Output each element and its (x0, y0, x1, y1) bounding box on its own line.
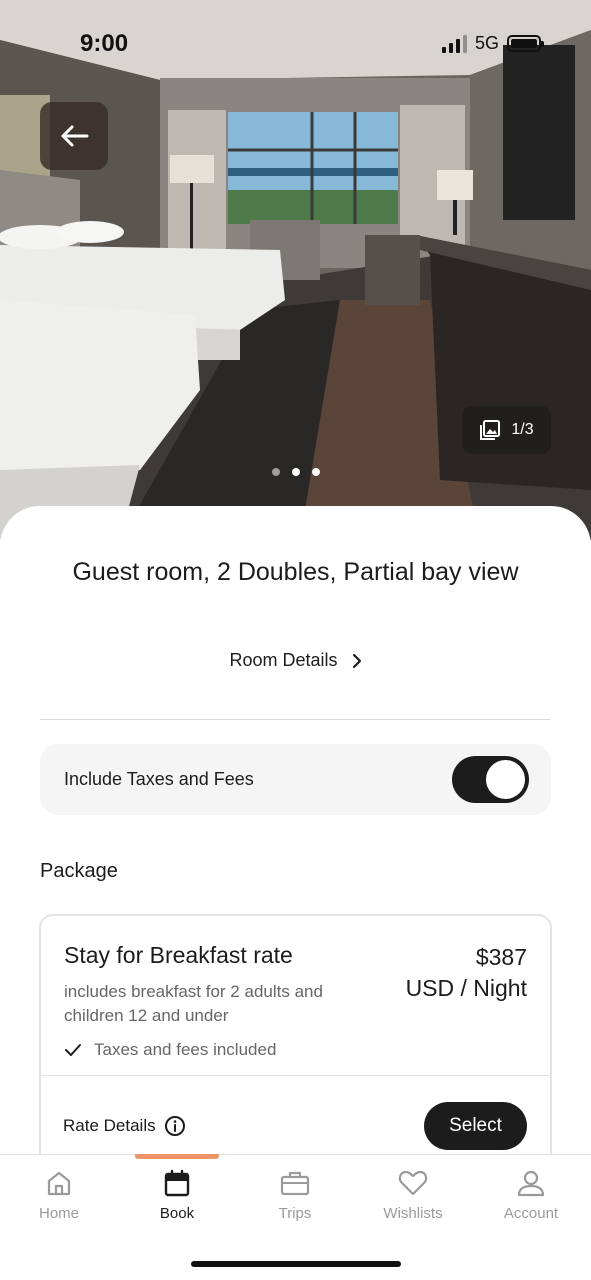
photo-gallery-button[interactable]: 1/3 (462, 406, 551, 454)
room-details-link[interactable]: Room Details (0, 650, 591, 671)
carousel-dot[interactable] (312, 468, 320, 476)
rate-price: $387 USD / Night (406, 942, 527, 1004)
photo-counter: 1/3 (511, 421, 534, 438)
status-indicators: 5G (441, 33, 544, 54)
network-label: 5G (474, 33, 499, 53)
room-title: Guest room, 2 Doubles, Partial bay view (72, 558, 519, 586)
tab-label: Wishlists (383, 1205, 443, 1222)
rate-card-divider (41, 1075, 550, 1076)
toggle-knob (486, 760, 525, 799)
briefcase-icon (280, 1171, 310, 1196)
heart-icon (398, 1170, 428, 1196)
carousel-dot-active[interactable] (292, 468, 300, 476)
room-details-sheet: Guest room, 2 Doubles, Partial bay view … (0, 506, 591, 1194)
tab-label: Book (159, 1205, 195, 1222)
status-bar: 9:00 5G (0, 0, 591, 90)
gallery-icon (480, 420, 501, 440)
tab-book[interactable]: Book (118, 1169, 236, 1222)
back-button[interactable] (40, 102, 108, 170)
battery-icon (507, 35, 544, 52)
tab-trips[interactable]: Trips (236, 1169, 354, 1222)
active-tab-indicator (135, 1154, 219, 1159)
rate-description: includes breakfast for 2 adults and chil… (64, 982, 323, 1025)
package-heading: Package (40, 860, 118, 882)
taxes-included-label: Taxes and fees included (94, 1040, 277, 1059)
rate-price-unit: USD / Night (405, 975, 527, 1001)
person-icon (517, 1170, 545, 1197)
status-time: 9:00 (80, 30, 129, 57)
bottom-tab-bar: Home Book Trips Wishlists Account (0, 1154, 591, 1280)
select-rate-button[interactable]: Select (424, 1102, 527, 1150)
rate-details-label: Rate Details (63, 1116, 156, 1135)
tab-wishlists[interactable]: Wishlists (354, 1169, 472, 1222)
rate-card: Stay for Breakfast rate includes breakfa… (39, 914, 552, 1194)
room-details-label: Room Details (229, 650, 338, 670)
room-photo-carousel[interactable]: 9:00 5G 1/3 (0, 0, 591, 540)
calendar-icon (164, 1169, 190, 1197)
arrow-left-icon (61, 125, 89, 147)
home-icon (47, 1171, 71, 1196)
tab-label: Trips (278, 1205, 312, 1222)
signal-icon (441, 34, 467, 53)
carousel-dots (272, 468, 320, 476)
tab-account[interactable]: Account (472, 1169, 590, 1222)
info-icon (164, 1116, 185, 1136)
home-indicator (191, 1261, 401, 1267)
tab-home[interactable]: Home (0, 1169, 118, 1222)
chevron-right-icon (352, 653, 361, 668)
taxes-toggle-row: Include Taxes and Fees (40, 744, 551, 815)
rate-price-amount: $387 (475, 944, 527, 970)
taxes-toggle-label: Include Taxes and Fees (64, 769, 254, 789)
checkmark-icon (65, 1044, 81, 1056)
carousel-dot[interactable] (272, 468, 280, 476)
tab-label: Account (503, 1205, 559, 1222)
taxes-toggle[interactable] (452, 756, 529, 803)
section-divider (40, 719, 551, 720)
rate-details-link[interactable]: Rate Details (63, 1115, 186, 1137)
rate-title: Stay for Breakfast rate (64, 942, 293, 968)
tab-label: Home (38, 1205, 79, 1222)
taxes-included-note: Taxes and fees included (64, 1040, 276, 1060)
